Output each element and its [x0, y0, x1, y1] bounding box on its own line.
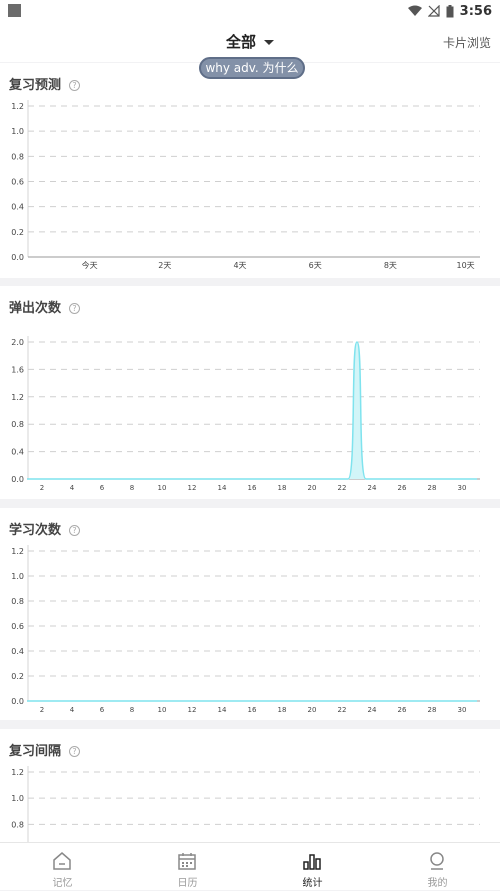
chart-card-popup-count: 弹出次数? 0.0 0.4 0.8 1.2 1.6 2.0 2 4 6 8 10 12 14 16 18 20…	[0, 286, 500, 499]
popup-count-chart: 0.00.40.81.21.62.02 4 6 8 10 12 14 16 18 20 22 24 26…	[11, 336, 480, 492]
x-tick-label: 14	[218, 706, 227, 714]
card-browse-link[interactable]: 卡片浏览	[443, 34, 491, 51]
x-tick-label: 16	[248, 484, 257, 492]
x-tick-label: 10	[158, 484, 167, 492]
x-tick-label: 22	[338, 706, 347, 714]
x-tick-label: 30	[458, 484, 467, 492]
x-tick-label: 20	[308, 484, 317, 492]
x-tick-label: 今天	[82, 260, 98, 270]
deck-title[interactable]: 全部	[226, 33, 256, 51]
tab-label: 我的	[427, 878, 448, 889]
x-tick-label: 26	[398, 484, 407, 492]
x-tick-label: 6	[100, 484, 105, 492]
y-tick-label: 0.0	[11, 697, 24, 706]
tab-calendar[interactable]: 日历	[125, 843, 250, 891]
notification-icon	[8, 4, 21, 17]
x-tick-label: 4	[70, 484, 75, 492]
x-tick-label: 14	[218, 484, 227, 492]
y-tick-label: 0.4	[11, 448, 24, 457]
review-forecast-chart: 0.0 0.2 0.4 0.6 0.8 1.0 1.2 今天 2天 4天 6天 8天 10天	[11, 100, 480, 270]
x-tick-label: 4	[70, 706, 75, 714]
x-tick-label: 12	[188, 706, 197, 714]
deck-selector[interactable]: 全部	[0, 31, 500, 52]
battery-icon	[446, 4, 454, 17]
x-tick-label: 24	[368, 706, 377, 714]
x-tick-label: 18	[278, 706, 287, 714]
x-tick-label: 8	[130, 484, 134, 492]
stats-icon	[303, 854, 321, 870]
status-icons: 3:56	[407, 2, 492, 20]
tab-label: 日历	[177, 878, 198, 889]
x-tick-label: 6天	[309, 261, 322, 270]
y-tick-label: 0.6	[11, 622, 24, 631]
chart-card-review-interval: 复习间隔? 0.8 1.0 1.2	[0, 729, 500, 842]
y-tick-label: 0.8	[11, 152, 24, 161]
word-toast: why adv. 为什么	[199, 57, 305, 79]
x-tick-label: 8	[130, 706, 134, 714]
no-signal-icon	[427, 5, 440, 17]
y-tick-label: 0.8	[11, 820, 24, 829]
review-interval-chart: 0.8 1.0 1.2	[11, 766, 480, 842]
top-bar: 全部 卡片浏览	[0, 22, 500, 62]
x-tick-label: 30	[458, 706, 467, 714]
x-tick-label: 16	[248, 706, 257, 714]
profile-icon	[430, 852, 444, 870]
x-tick-label: 18	[278, 484, 287, 492]
status-bar: 3:56	[0, 0, 500, 22]
x-tick-label: 2天	[158, 261, 171, 270]
y-tick-label: 1.2	[11, 768, 24, 777]
calendar-icon	[178, 853, 196, 870]
x-tick-label: 26	[398, 706, 407, 714]
x-tick-label: 28	[428, 484, 437, 492]
y-tick-label: 1.6	[11, 365, 24, 374]
x-tick-label: 10	[158, 706, 167, 714]
x-tick-label: 8天	[384, 261, 397, 270]
x-tick-label: 10天	[457, 261, 475, 270]
bottom-tab-bar: 记忆 日历 统计 我的	[0, 842, 500, 890]
status-time: 3:56	[459, 3, 492, 19]
chart-card-study-count: 学习次数? 0.0 0.2 0.4 0.6 0.8 1.0 1.2 2 4 6 8 10 12 14 16 1…	[0, 508, 500, 720]
home-icon	[53, 852, 71, 870]
y-tick-label: 0.8	[11, 597, 24, 606]
series-line	[27, 341, 477, 480]
x-tick-label: 22	[338, 484, 347, 492]
x-tick-label: 20	[308, 706, 317, 714]
series-area	[27, 342, 477, 479]
x-tick-label: 12	[188, 484, 197, 492]
y-tick-label: 0.2	[11, 228, 24, 237]
tab-stats[interactable]: 统计	[250, 843, 375, 891]
y-tick-label: 1.2	[11, 102, 24, 111]
tab-memory[interactable]: 记忆	[0, 843, 125, 891]
x-tick-label: 2	[40, 706, 44, 714]
x-tick-label: 24	[368, 484, 377, 492]
x-tick-label: 4天	[233, 261, 246, 270]
tab-label: 记忆	[52, 878, 73, 889]
y-tick-label: 1.0	[11, 572, 24, 581]
chart-card-review-forecast: 复习预测? 0.0 0.2 0.4 0.6 0.8 1.0 1.2 今天 2天 4天 6天 8天 10天	[0, 63, 500, 278]
y-tick-label: 0.0	[11, 475, 24, 484]
y-tick-label: 0.2	[11, 672, 24, 681]
caret-down-icon[interactable]	[264, 40, 274, 45]
y-tick-label: 0.0	[11, 253, 24, 262]
tab-mine[interactable]: 我的	[375, 843, 500, 891]
x-tick-label: 2	[40, 484, 44, 492]
y-tick-label: 0.4	[11, 647, 24, 656]
y-tick-label: 1.0	[11, 794, 24, 803]
wifi-icon	[407, 5, 422, 16]
study-count-chart: 0.00.20.40.60.81.01.22 4 6 8 10 12 14 16 18 20 22 2…	[11, 545, 480, 714]
x-tick-label: 28	[428, 706, 437, 714]
y-tick-label: 0.8	[11, 420, 24, 429]
tab-label: 统计	[302, 878, 323, 889]
y-tick-label: 0.4	[11, 203, 24, 212]
x-tick-label: 6	[100, 706, 105, 714]
y-tick-label: 1.2	[11, 393, 24, 402]
y-tick-label: 1.0	[11, 127, 24, 136]
y-tick-label: 2.0	[11, 338, 24, 347]
y-tick-label: 0.6	[11, 178, 24, 187]
y-tick-label: 1.2	[11, 547, 24, 556]
